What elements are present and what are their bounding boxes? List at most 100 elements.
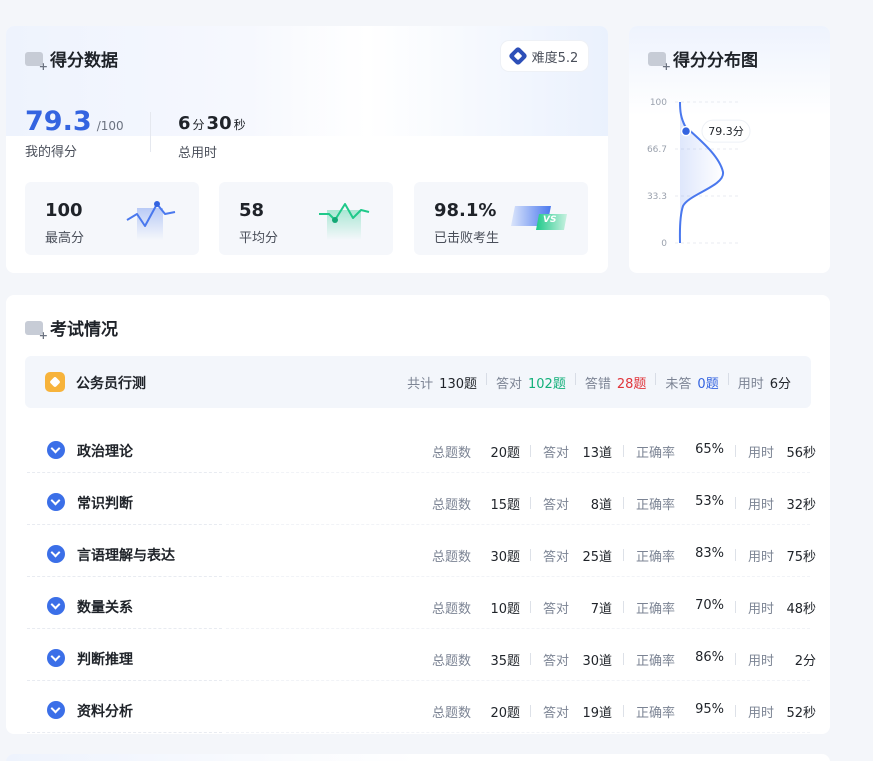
time-label: 用时	[748, 498, 775, 513]
accuracy-label: 正确率	[636, 602, 676, 617]
accuracy-value: 95%	[695, 702, 724, 717]
exam-status-card: 考试情况 公务员行测 共计 130题 答对 102题 答错 28题 未答 0题 用时 6分…	[6, 295, 830, 734]
time-value: 75秒	[786, 550, 816, 565]
category-row[interactable]: 常识判断 总题数 15题 答对 8道 正确率 53% 用时 32秒	[6, 481, 830, 533]
stat-average-label: 平均分	[239, 231, 279, 246]
my-score-block: 79.3 /100 我的得分	[25, 106, 124, 160]
summary-wrong-value: 28题	[616, 377, 647, 392]
y-tick-66: 66.7	[647, 145, 667, 155]
accuracy-label: 正确率	[636, 498, 676, 513]
stat-highest: 100 最高分	[25, 182, 199, 255]
accuracy-label: 正确率	[636, 654, 676, 669]
exam-title: 考试情况	[25, 315, 118, 341]
stat-separator	[735, 601, 736, 613]
stat-average: 58 平均分	[219, 182, 393, 255]
stat-separator	[623, 549, 624, 561]
correct-value: 30道	[582, 654, 612, 669]
stat-separator	[735, 549, 736, 561]
chevron-down-icon[interactable]	[47, 649, 65, 667]
time-value: 32秒	[786, 498, 816, 513]
exam-title-text: 考试情况	[50, 320, 118, 340]
subject-summary[interactable]: 公务员行测 共计 130题 答对 102题 答错 28题 未答 0题 用时 6分	[25, 356, 811, 408]
my-score-max: /100	[96, 119, 124, 133]
folder-icon	[25, 320, 48, 341]
row-divider-faint	[226, 472, 810, 473]
y-tick-33: 33.3	[647, 192, 667, 202]
summary-unanswered-value: 0题	[697, 377, 719, 392]
total-value: 30题	[490, 550, 520, 565]
line-peak-icon	[126, 201, 176, 240]
total-label: 总题数	[432, 654, 472, 669]
accuracy-label: 正确率	[636, 550, 676, 565]
correct-value: 25道	[582, 550, 612, 565]
category-row[interactable]: 资料分析 总题数 20题 答对 19道 正确率 95% 用时 52秒	[6, 689, 830, 734]
time-label: 用时	[748, 654, 775, 669]
chevron-down-icon[interactable]	[47, 441, 65, 459]
summary-time-value: 6分	[769, 377, 791, 392]
total-label: 总题数	[432, 602, 472, 617]
correct-label: 答对	[543, 550, 570, 565]
category-name: 言语理解与表达	[77, 548, 175, 564]
total-label: 总题数	[432, 446, 472, 461]
row-divider	[27, 472, 222, 473]
row-divider	[27, 524, 222, 525]
stat-separator	[735, 653, 736, 665]
total-label: 总题数	[432, 550, 472, 565]
score-distribution-card: 得分分布图 100 66.7 33.3 0 79.3分	[629, 26, 830, 273]
stat-highest-label: 最高分	[45, 231, 85, 246]
time-label: 用时	[748, 550, 775, 565]
correct-value: 8道	[590, 498, 612, 513]
difficulty-icon	[507, 46, 528, 66]
stat-beaten-label: 已击败考生	[434, 231, 500, 246]
subject-name: 公务员行测	[76, 376, 146, 392]
category-row[interactable]: 言语理解与表达 总题数 30题 答对 25道 正确率 83% 用时 75秒	[6, 533, 830, 585]
category-row[interactable]: 判断推理 总题数 35题 答对 30道 正确率 86% 用时 2分	[6, 637, 830, 689]
time-label: 用时	[748, 706, 775, 721]
summary-wrong-label: 答错	[584, 377, 611, 392]
total-label: 总题数	[432, 498, 472, 513]
stat-separator	[530, 549, 531, 561]
difficulty-badge: 难度5.2	[501, 41, 588, 71]
score-divider	[150, 112, 151, 152]
score-data-title-text: 得分数据	[50, 51, 118, 71]
distribution-chart: 100 66.7 33.3 0 79.3分	[647, 98, 751, 249]
correct-label: 答对	[543, 706, 570, 721]
total-label: 总题数	[432, 706, 472, 721]
chart-card-icon	[25, 51, 48, 72]
chevron-down-icon[interactable]	[47, 545, 65, 563]
category-name: 资料分析	[77, 704, 133, 720]
correct-value: 7道	[590, 602, 612, 617]
summary-time-label: 用时	[737, 377, 764, 392]
category-row[interactable]: 数量关系 总题数 10题 答对 7道 正确率 70% 用时 48秒	[6, 585, 830, 637]
vs-icon: VS	[511, 206, 567, 230]
row-divider-faint	[226, 524, 810, 525]
stat-separator	[735, 497, 736, 509]
stat-separator	[530, 705, 531, 717]
stat-highest-value: 100	[45, 200, 83, 221]
chevron-down-icon[interactable]	[47, 597, 65, 615]
stat-average-value: 58	[239, 200, 265, 221]
correct-label: 答对	[543, 602, 570, 617]
subject-stats: 共计 130题 答对 102题 答错 28题 未答 0题 用时 6分	[398, 373, 811, 392]
stat-separator	[623, 445, 624, 457]
accuracy-label: 正确率	[636, 446, 676, 461]
row-divider	[27, 628, 222, 629]
total-value: 15题	[490, 498, 520, 513]
category-row[interactable]: 政治理论 总题数 20题 答对 13道 正确率 65% 用时 56秒	[6, 429, 830, 481]
chevron-down-icon[interactable]	[47, 701, 65, 719]
category-name: 数量关系	[77, 600, 133, 616]
marker-label: 79.3分	[708, 125, 744, 138]
correct-value: 19道	[582, 706, 612, 721]
time-value: 48秒	[786, 602, 816, 617]
distribution-card-icon	[648, 51, 671, 72]
row-divider-faint	[226, 576, 810, 577]
summary-unanswered-label: 未答	[665, 377, 692, 392]
chevron-down-icon[interactable]	[47, 493, 65, 511]
accuracy-value: 70%	[695, 598, 724, 613]
total-time-block: 6 分 30 秒 总用时	[178, 113, 248, 161]
score-data-title: 得分数据	[25, 46, 118, 72]
summary-total-label: 共计	[407, 377, 434, 392]
total-time-label: 总用时	[178, 146, 218, 161]
distribution-title: 得分分布图	[648, 46, 758, 72]
total-value: 35题	[490, 654, 520, 669]
